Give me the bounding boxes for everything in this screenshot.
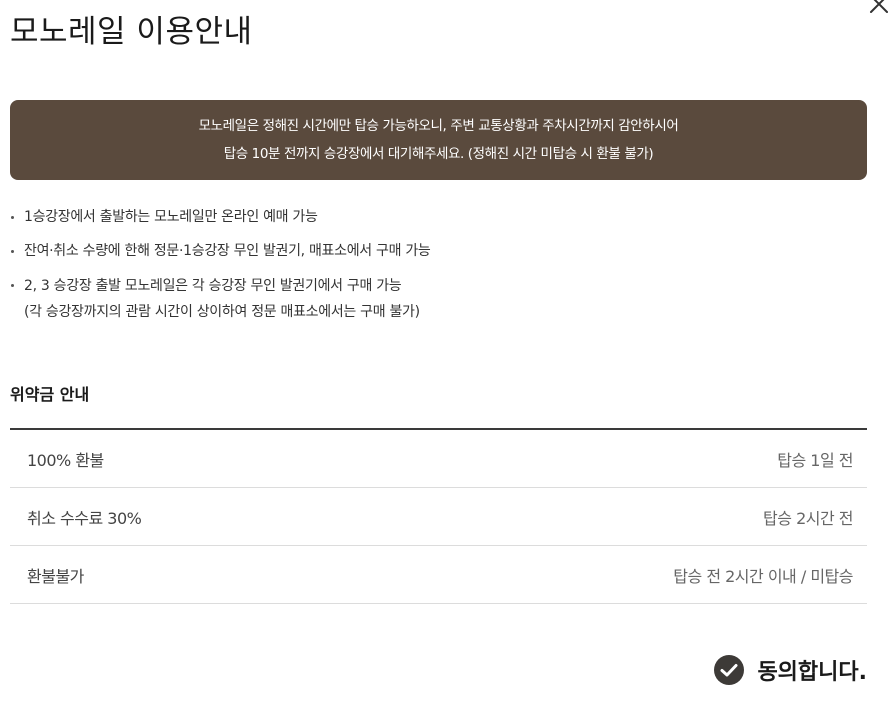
close-icon <box>870 0 888 13</box>
info-item-subtext: (각 승강장까지의 관람 시간이 상이하여 정문 매표소에서는 구매 불가) <box>24 304 420 320</box>
notice-line-1: 모노레일은 정해진 시간에만 탑승 가능하오니, 주변 교통상황과 주차시간까지… <box>198 118 679 134</box>
notice-banner: 모노레일은 정해진 시간에만 탑승 가능하오니, 주변 교통상황과 주차시간까지… <box>10 100 867 180</box>
check-circle-icon <box>714 655 745 685</box>
close-button[interactable] <box>867 0 889 16</box>
info-item-text: 2, 3 승강장 출발 모노레일은 각 승강장 무인 발권기에서 구매 가능 <box>24 278 402 294</box>
penalty-label: 100% 환불 <box>10 429 357 488</box>
info-list-item: 2, 3 승강장 출발 모노레일은 각 승강장 무인 발권기에서 구매 가능 (… <box>10 273 870 325</box>
notice-line-2: 탑승 10분 전까지 승강장에서 대기해주세요. (정해진 시간 미탑승 시 환… <box>223 146 654 162</box>
info-list-item: 잔여·취소 수량에 한해 정문·1승강장 무인 발권기, 매표소에서 구매 가능 <box>10 239 870 263</box>
table-row: 환불불가 탑승 전 2시간 이내 / 미탑승 <box>10 545 867 604</box>
info-item-text: 잔여·취소 수량에 한해 정문·1승강장 무인 발권기, 매표소에서 구매 가능 <box>24 243 431 259</box>
table-row: 100% 환불 탑승 1일 전 <box>10 429 867 488</box>
penalty-timing: 탑승 전 2시간 이내 / 미탑승 <box>356 545 867 604</box>
penalty-table: 100% 환불 탑승 1일 전 취소 수수료 30% 탑승 2시간 전 환불불가… <box>10 428 867 604</box>
agree-checkbox[interactable]: 동의합니다. <box>713 654 867 686</box>
info-list-item: 1승강장에서 출발하는 모노레일만 온라인 예매 가능 <box>10 205 870 229</box>
penalty-label: 환불불가 <box>10 545 357 604</box>
info-list: 1승강장에서 출발하는 모노레일만 온라인 예매 가능 잔여·취소 수량에 한해… <box>10 205 870 335</box>
penalty-label: 취소 수수료 30% <box>10 487 357 546</box>
dialog-title: 모노레일 이용안내 <box>10 14 253 50</box>
info-item-text: 1승강장에서 출발하는 모노레일만 온라인 예매 가능 <box>24 209 318 225</box>
penalty-section-title: 위약금 안내 <box>10 385 90 404</box>
agree-label: 동의합니다. <box>757 660 867 685</box>
penalty-timing: 탑승 2시간 전 <box>356 487 867 546</box>
table-row: 취소 수수료 30% 탑승 2시간 전 <box>10 487 867 546</box>
penalty-timing: 탑승 1일 전 <box>356 429 867 488</box>
